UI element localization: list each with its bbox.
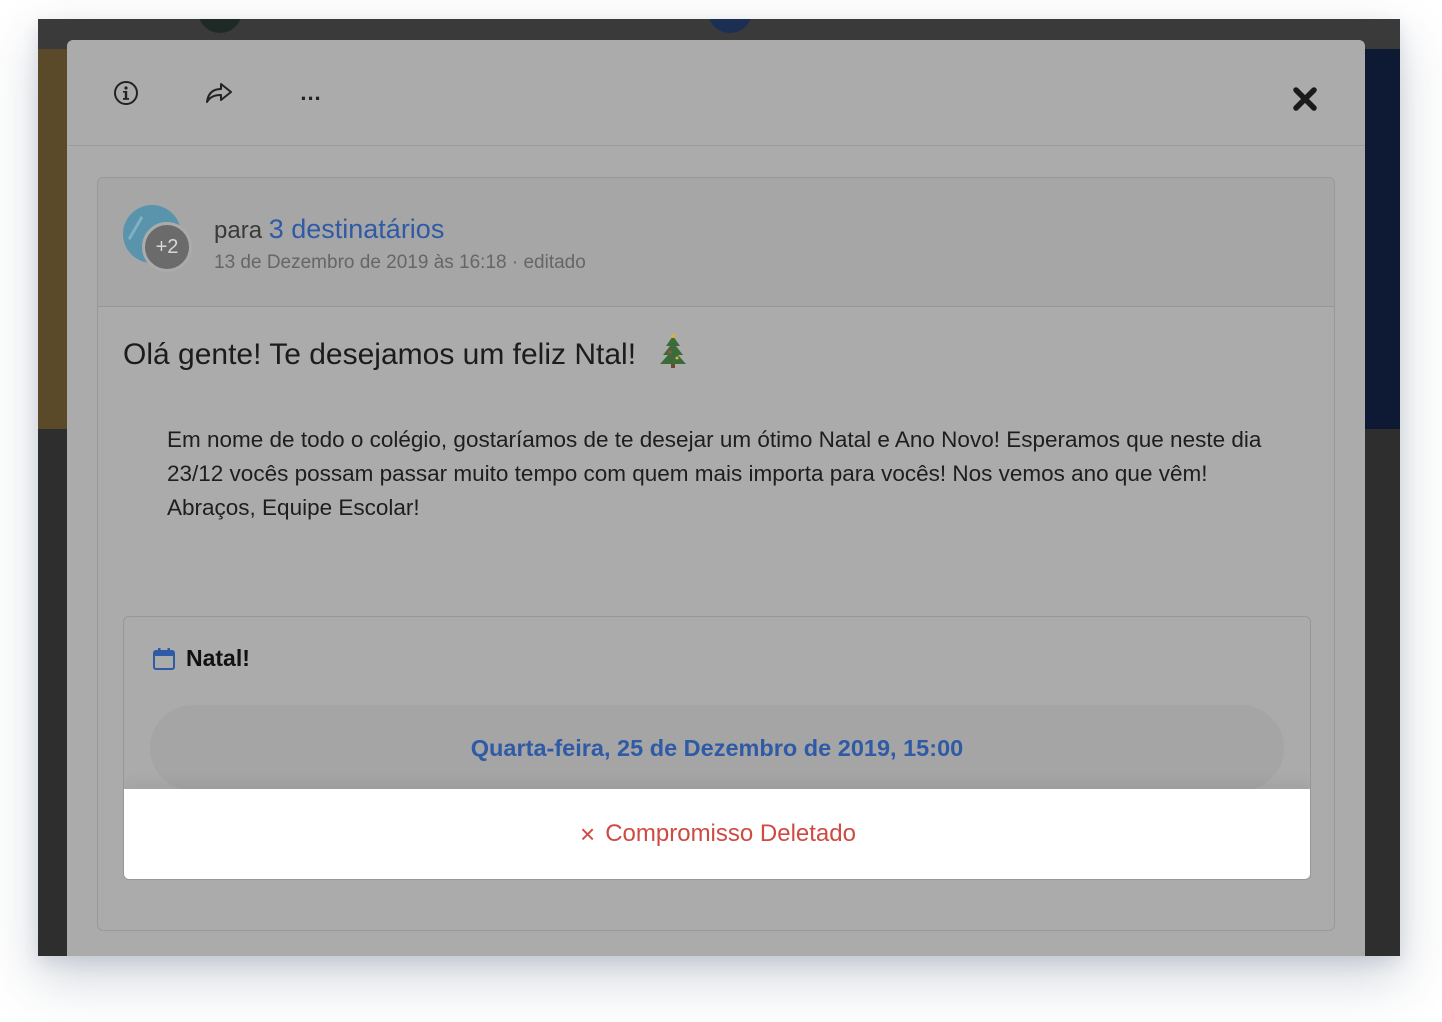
calendar-icon xyxy=(153,647,175,670)
background-banner-edge xyxy=(38,49,68,429)
info-button[interactable] xyxy=(109,76,143,110)
event-title-text: Natal! xyxy=(186,645,250,671)
post-title: Olá gente! Te desejamos um feliz Ntal! xyxy=(123,334,688,372)
post-modal: ... +2 para 3 destinatários 13 de Dezemb… xyxy=(67,40,1365,956)
event-deleted-label: Compromisso Deletado xyxy=(605,820,856,847)
post-body: Em nome de todo o colégio, gostaríamos d… xyxy=(167,427,1262,520)
app-window: ... +2 para 3 destinatários 13 de Dezemb… xyxy=(38,19,1400,956)
recipients-prefix: para xyxy=(214,217,263,244)
event-title: Natal! xyxy=(152,645,250,672)
post-header: +2 para 3 destinatários 13 de Dezembro d… xyxy=(98,178,1334,307)
more-options-button[interactable]: ... xyxy=(294,76,328,110)
avatar-extra-count: +2 xyxy=(142,222,192,272)
post-card: +2 para 3 destinatários 13 de Dezembro d… xyxy=(97,177,1335,931)
close-x-icon: × xyxy=(580,818,596,849)
event-date-button[interactable]: Quarta-feira, 25 de Dezembro de 2019, 15… xyxy=(150,705,1284,791)
event-deleted-banner: × Compromisso Deletado xyxy=(124,789,1310,879)
post-meta: 13 de Dezembro de 2019 às 16:18 · editad… xyxy=(214,252,586,273)
modal-toolbar: ... xyxy=(67,40,1365,146)
share-button[interactable] xyxy=(202,76,236,110)
recipients-line: para 3 destinatários xyxy=(214,214,444,245)
christmas-tree-icon xyxy=(660,334,687,368)
recipients-link[interactable]: 3 destinatários xyxy=(269,214,445,244)
close-button[interactable] xyxy=(1288,82,1322,116)
post-title-text: Olá gente! Te desejamos um feliz Ntal! xyxy=(123,338,637,371)
close-icon xyxy=(1293,87,1317,111)
info-icon xyxy=(114,81,138,105)
event-card: Natal! Quarta-feira, 25 de Dezembro de 2… xyxy=(123,616,1311,880)
share-icon xyxy=(206,83,232,103)
